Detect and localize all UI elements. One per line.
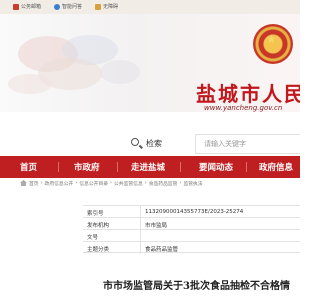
government-icon	[13, 4, 19, 10]
mailbox-link[interactable]: 公务邮箱	[13, 3, 41, 11]
search-button[interactable]: 检索	[124, 134, 194, 154]
meta-value: 食品药品监管	[145, 247, 179, 253]
mailbox-label: 公务邮箱	[21, 4, 42, 10]
site-url: www.yancheng.gov.cn	[204, 104, 283, 112]
search-bar: 检索 请输入关键字	[0, 134, 300, 156]
search-input[interactable]: 请输入关键字	[195, 134, 300, 154]
home-icon	[20, 180, 27, 186]
breadcrumb-item[interactable]: 公共监管信息	[114, 180, 143, 187]
breadcrumb-item[interactable]: 信息公开目录	[79, 180, 108, 187]
breadcrumb-item[interactable]: 政府信息公开	[45, 180, 74, 187]
meta-key: 索引号	[87, 211, 104, 217]
breadcrumb-item[interactable]: 监管执法	[183, 180, 202, 187]
search-button-label: 检索	[146, 139, 162, 148]
site-banner: ★ 盐城市人民 www.yancheng.gov.cn	[0, 14, 300, 112]
table-row: 主题分类 食品药品监管	[83, 241, 300, 254]
nav-item-explore-yancheng[interactable]: 走进盐城	[131, 161, 165, 173]
accessibility-icon	[95, 4, 101, 10]
robot-icon	[54, 4, 60, 10]
nav-divider	[246, 162, 247, 172]
table-row: 文号	[83, 229, 300, 242]
search-icon	[131, 138, 139, 146]
nav-item-gov-info[interactable]: 政府信息	[259, 161, 293, 173]
national-emblem-icon: ★	[253, 24, 293, 64]
smart-qa-label: 智能问答	[62, 4, 83, 10]
accessibility-label: 无障碍	[103, 4, 119, 10]
table-row: 发布机构 市市监局	[83, 217, 300, 230]
nav-divider	[117, 162, 118, 172]
meta-key: 主题分类	[87, 247, 110, 253]
nav-item-city-government[interactable]: 市政府	[74, 161, 100, 173]
article-title: 市市场监管局关于3批次食品抽检不合格情	[103, 281, 290, 292]
main-nav: 首页 市政府 走进盐城 要闻动态 政府信息	[0, 156, 300, 178]
breadcrumb: 首页 › 政府信息公开 › 信息公开目录 › 公共监管信息 › 食品药品监管 › 监管执法	[20, 176, 300, 190]
meta-key: 文号	[87, 235, 99, 241]
nav-divider	[58, 162, 59, 172]
smart-qa-link[interactable]: 智能问答	[54, 3, 82, 11]
breadcrumb-item[interactable]: 食品药品监管	[149, 180, 178, 187]
nav-item-news[interactable]: 要闻动态	[199, 161, 233, 173]
decorative-flower-background	[8, 35, 140, 94]
table-row: 索引号 11320900014355773E/2023-25274	[83, 205, 300, 218]
nav-divider	[180, 162, 181, 172]
meta-value: 市市监局	[145, 223, 168, 229]
breadcrumb-item[interactable]: 首页	[29, 180, 39, 187]
nav-item-home[interactable]: 首页	[20, 161, 37, 173]
meta-key: 发布机构	[87, 223, 110, 229]
site-title[interactable]: 盐城市人民	[196, 78, 300, 107]
accessibility-link[interactable]: 无障碍	[95, 3, 118, 11]
meta-value: 11320900014355773E/2023-25274	[145, 209, 244, 215]
top-utility-bar: 公务邮箱 智能问答 无障碍	[0, 0, 300, 14]
document-meta-table: 索引号 11320900014355773E/2023-25274 发布机构 市…	[83, 205, 300, 254]
